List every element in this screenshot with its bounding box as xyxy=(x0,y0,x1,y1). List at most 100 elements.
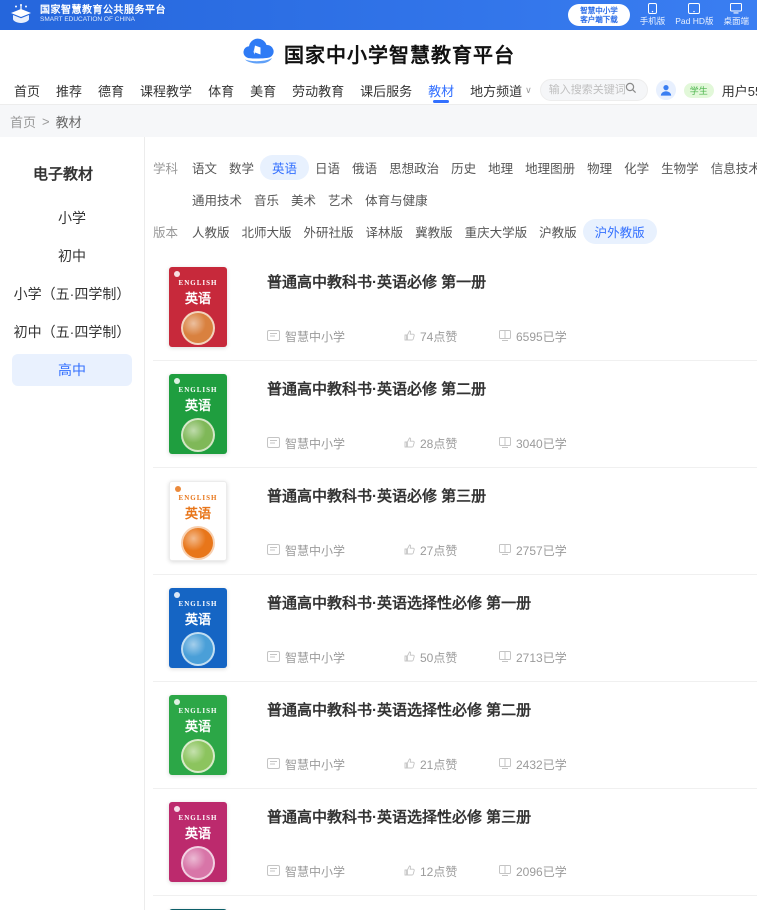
sidebar-item-junior[interactable]: 初中 xyxy=(12,240,132,272)
subject-chip-russian[interactable]: 俄语 xyxy=(346,155,383,180)
sidebar-ebooks: 电子教材 小学 初中 小学（五·四学制） 初中（五·四学制） 高中 xyxy=(0,137,145,910)
nav-item-arts[interactable]: 美育 xyxy=(242,76,284,104)
subject-chip-politics[interactable]: 思想政治 xyxy=(383,155,445,180)
nav-item-labor[interactable]: 劳动教育 xyxy=(284,76,352,104)
search-input[interactable] xyxy=(549,84,625,96)
subject-chip-chemistry[interactable]: 化学 xyxy=(618,155,655,180)
thumbs-up-icon[interactable] xyxy=(404,330,415,344)
subject-chip-physics[interactable]: 物理 xyxy=(581,155,618,180)
publisher-icon xyxy=(267,865,280,879)
thumbs-up-icon[interactable] xyxy=(404,544,415,558)
open-book-icon xyxy=(8,4,34,26)
page-title: 国家中小学智慧教育平台 xyxy=(284,39,515,68)
cloud-logo-icon xyxy=(242,38,276,69)
nav-item-afterschool[interactable]: 课后服务 xyxy=(352,76,420,104)
book-cover[interactable]: ENGLISH 英语 xyxy=(169,267,227,347)
sidebar-item-primary[interactable]: 小学 xyxy=(12,202,132,234)
subject-chip-pe-health[interactable]: 体育与健康 xyxy=(359,187,434,212)
book-title[interactable]: 普通高中教科书·英语必修 第一册 xyxy=(267,271,757,292)
subject-chip-history[interactable]: 历史 xyxy=(445,155,482,180)
subject-chip-japanese[interactable]: 日语 xyxy=(309,155,346,180)
book-row-3: ENGLISH 英语 普通高中教科书·英语必修 第三册 智慧中小学 27点赞 2… xyxy=(153,468,757,575)
book-cover[interactable]: ENGLISH 英语 xyxy=(169,802,227,882)
breadcrumb-home[interactable]: 首页 xyxy=(10,112,36,131)
learned-book-icon xyxy=(499,437,511,451)
sidebar-item-primary-54[interactable]: 小学（五·四学制） xyxy=(12,278,132,310)
publisher-icon xyxy=(267,651,280,665)
likes-count: 50点赞 xyxy=(420,649,457,666)
thumbs-up-icon[interactable] xyxy=(404,437,415,451)
subject-chip-math[interactable]: 数学 xyxy=(223,155,260,180)
nav-item-moral[interactable]: 德育 xyxy=(90,76,132,104)
book-title[interactable]: 普通高中教科书·英语选择性必修 第一册 xyxy=(267,592,757,613)
learned-book-icon xyxy=(499,758,511,772)
subject-chip-general-tech[interactable]: 通用技术 xyxy=(186,187,248,212)
version-chip-hujiao[interactable]: 沪教版 xyxy=(533,219,583,244)
press-logo-icon xyxy=(174,592,180,598)
book-title[interactable]: 普通高中教科书·英语选择性必修 第二册 xyxy=(267,699,757,720)
sidebar-item-junior-54[interactable]: 初中（五·四学制） xyxy=(12,316,132,348)
version-chip-huwaijiao[interactable]: 沪外教版 xyxy=(583,219,657,244)
user-avatar[interactable] xyxy=(656,80,676,100)
learned-count: 2432已学 xyxy=(516,756,567,773)
version-chip-bnu[interactable]: 北师大版 xyxy=(236,219,298,244)
subject-chip-geo-atlas[interactable]: 地理图册 xyxy=(519,155,581,180)
learned-book-icon xyxy=(499,865,511,879)
book-title[interactable]: 普通高中教科书·英语选择性必修 第三册 xyxy=(267,806,757,827)
book-cover[interactable]: ENGLISH 英语 xyxy=(169,481,227,561)
monitor-icon xyxy=(730,3,742,14)
subject-chip-english[interactable]: 英语 xyxy=(260,155,309,180)
version-chip-fltrp[interactable]: 外研社版 xyxy=(298,219,360,244)
book-cover[interactable]: ENGLISH 英语 xyxy=(169,695,227,775)
sidebar-title: 电子教材 xyxy=(33,163,144,184)
learned-count: 3040已学 xyxy=(516,435,567,452)
subject-filter-row-2: 通用技术 音乐 美术 艺术 体育与健康 xyxy=(153,187,757,212)
press-logo-icon xyxy=(174,271,180,277)
publisher-label: 智慧中小学 xyxy=(285,756,345,773)
version-chip-cqu[interactable]: 重庆大学版 xyxy=(459,219,534,244)
subject-chip-arts[interactable]: 艺术 xyxy=(322,187,359,212)
subject-chip-chinese[interactable]: 语文 xyxy=(186,155,223,180)
nav-item-recommend[interactable]: 推荐 xyxy=(48,76,90,104)
username[interactable]: 用户5562 xyxy=(722,81,757,100)
subject-chip-geography[interactable]: 地理 xyxy=(482,155,519,180)
book-row-1: ENGLISH 英语 普通高中教科书·英语必修 第一册 智慧中小学 74点赞 6… xyxy=(153,254,757,361)
thumbs-up-icon[interactable] xyxy=(404,865,415,879)
mobile-version-link[interactable]: 手机版 xyxy=(640,3,666,27)
nav-item-local-channel[interactable]: 地方频道 ∨ xyxy=(462,76,540,104)
cover-photo-circle xyxy=(181,846,215,880)
subject-chip-music[interactable]: 音乐 xyxy=(248,187,285,212)
version-filter-row: 版本 人教版 北师大版 外研社版 译林版 冀教版 重庆大学版 沪教版 沪外教版 xyxy=(153,219,757,244)
main-panel: 学科 语文 数学 英语 日语 俄语 思想政治 历史 地理 地理图册 物理 化学 … xyxy=(145,137,757,910)
publisher-icon xyxy=(267,437,280,451)
client-download-button[interactable]: 智慧中小学 客户端下载 xyxy=(568,4,630,26)
nav-item-courses[interactable]: 课程教学 xyxy=(132,76,200,104)
subject-chip-art[interactable]: 美术 xyxy=(285,187,322,212)
site-header: 国家中小学智慧教育平台 xyxy=(0,30,757,76)
search-box[interactable] xyxy=(540,79,648,101)
nav-item-textbooks[interactable]: 教材 xyxy=(420,76,462,104)
press-logo-icon xyxy=(174,699,180,705)
platform-logo[interactable]: 国家智慧教育公共服务平台 SMART EDUCATION OF CHINA xyxy=(8,4,166,26)
book-cover[interactable]: ENGLISH 英语 xyxy=(169,588,227,668)
sidebar-item-senior[interactable]: 高中 xyxy=(12,354,132,386)
book-title[interactable]: 普通高中教科书·英语必修 第二册 xyxy=(267,378,757,399)
version-chip-yilin[interactable]: 译林版 xyxy=(360,219,410,244)
thumbs-up-icon[interactable] xyxy=(404,651,415,665)
cover-photo-circle xyxy=(181,311,215,345)
pad-hd-version-link[interactable]: Pad HD版 xyxy=(675,3,713,27)
thumbs-up-icon[interactable] xyxy=(404,758,415,772)
book-cover[interactable]: ENGLISH 英语 xyxy=(169,374,227,454)
nav-item-home[interactable]: 首页 xyxy=(6,76,48,104)
nav-item-pe[interactable]: 体育 xyxy=(200,76,242,104)
subject-chip-it[interactable]: 信息技术 xyxy=(705,155,757,180)
breadcrumb: 首页 > 教材 xyxy=(0,105,757,137)
press-logo-icon xyxy=(174,378,180,384)
desktop-version-link[interactable]: 桌面端 xyxy=(723,3,749,27)
version-chip-pep[interactable]: 人教版 xyxy=(186,219,236,244)
version-chip-jijiao[interactable]: 冀教版 xyxy=(409,219,459,244)
cover-photo-circle xyxy=(181,526,215,560)
search-icon[interactable] xyxy=(625,81,637,99)
book-title[interactable]: 普通高中教科书·英语必修 第三册 xyxy=(267,485,757,506)
subject-chip-biology[interactable]: 生物学 xyxy=(655,155,705,180)
